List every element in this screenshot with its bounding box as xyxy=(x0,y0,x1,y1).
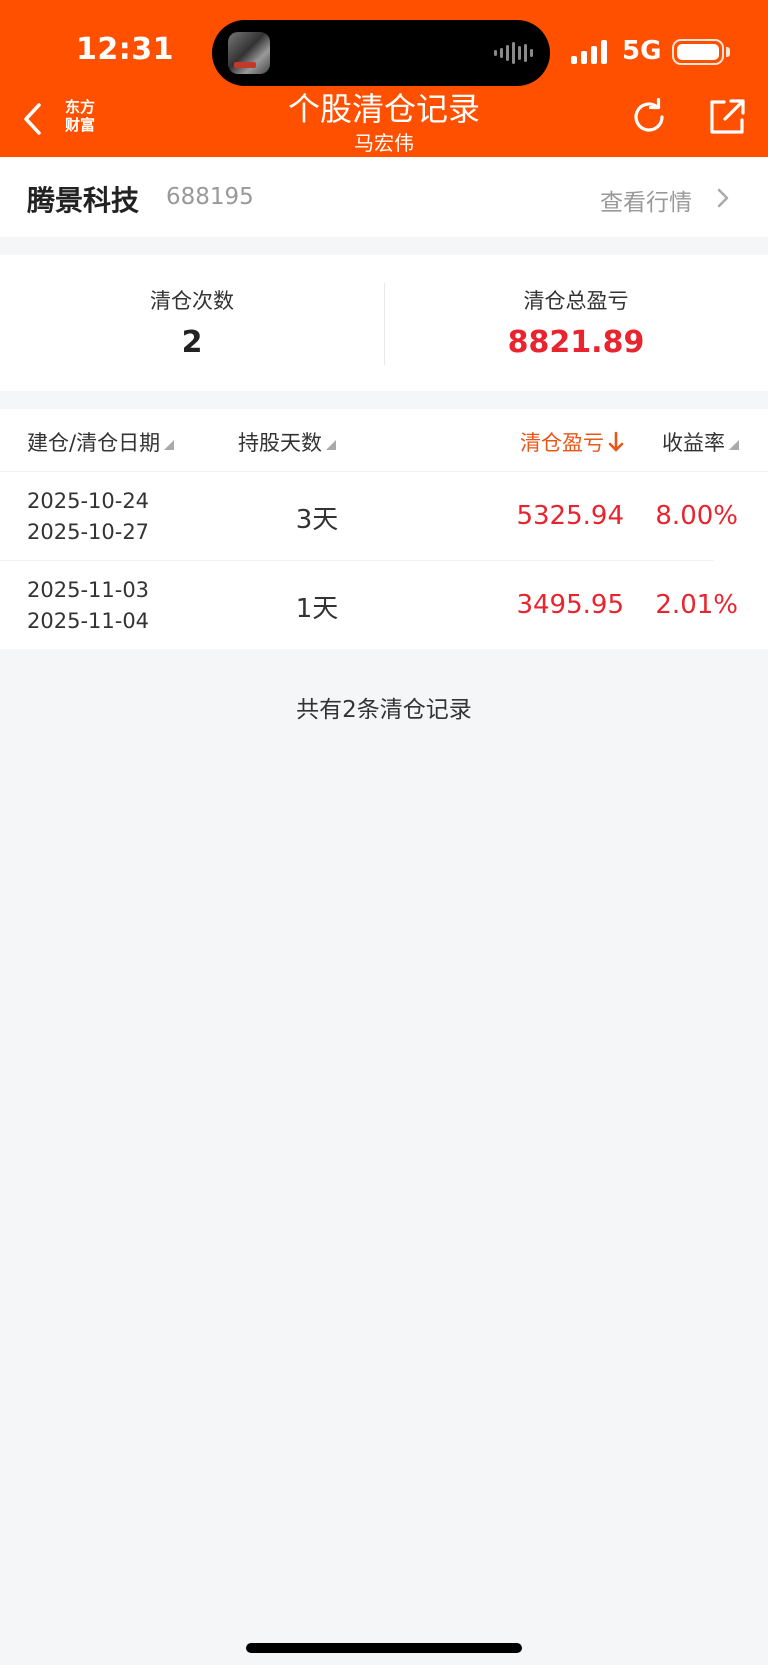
column-header-rate[interactable]: 收益率 xyxy=(662,427,739,457)
sort-triangle-icon xyxy=(729,440,739,450)
row-dates: 2025-11-03 2025-11-04 xyxy=(27,575,149,637)
return-rate: 2.01% xyxy=(655,590,738,620)
stock-name: 腾景科技 xyxy=(27,184,140,217)
battery-icon xyxy=(672,39,724,65)
column-header-date-label: 建仓/清仓日期 xyxy=(27,431,161,455)
clear-count-label: 清仓次数 xyxy=(150,289,234,313)
open-date: 2025-10-24 xyxy=(27,489,150,513)
total-pnl-value: 8821.89 xyxy=(507,325,645,360)
share-button[interactable] xyxy=(706,96,748,138)
column-header-days[interactable]: 持股天数 xyxy=(238,427,336,457)
clear-count-value: 2 xyxy=(181,325,203,360)
return-rate: 8.00% xyxy=(655,501,738,531)
refresh-button[interactable] xyxy=(628,96,670,138)
share-icon xyxy=(710,99,745,134)
refresh-icon xyxy=(634,97,664,132)
stock-code: 688195 xyxy=(166,184,254,210)
network-type: 5G xyxy=(622,36,662,66)
now-playing-artwork-icon xyxy=(228,32,270,74)
summary-card: 清仓次数 2 清仓总盈亏 8821.89 xyxy=(0,255,768,391)
table-row[interactable]: 2025-11-03 2025-11-04 1天 3495.95 2.01% xyxy=(0,561,768,650)
view-quote-link[interactable]: 查看行情 xyxy=(600,183,692,217)
clear-count-block: 清仓次数 2 xyxy=(0,255,384,391)
chevron-right-icon[interactable] xyxy=(716,187,730,209)
app-header: 12:31 5G 东方 财富 个股清仓记录 马宏伟 xyxy=(0,0,768,157)
dynamic-island[interactable] xyxy=(212,20,550,86)
column-header-date[interactable]: 建仓/清仓日期 xyxy=(27,427,175,457)
total-pnl-label: 清仓总盈亏 xyxy=(523,289,629,313)
cellular-signal-icon xyxy=(571,40,607,64)
stock-info-bar: 腾景科技 688195 查看行情 xyxy=(0,157,768,237)
column-header-pnl-label: 清仓盈亏 xyxy=(520,431,604,455)
close-date: 2025-10-27 xyxy=(27,520,150,544)
holding-days: 3天 xyxy=(295,505,339,535)
column-header-rate-label: 收益率 xyxy=(662,431,725,455)
close-date: 2025-11-04 xyxy=(27,609,150,633)
row-dates: 2025-10-24 2025-10-27 xyxy=(27,486,149,548)
column-header-days-label: 持股天数 xyxy=(238,431,322,455)
total-pnl-block: 清仓总盈亏 8821.89 xyxy=(384,255,768,391)
sort-descending-arrow-icon xyxy=(608,431,624,452)
clear-pnl: 3495.95 xyxy=(516,590,624,620)
record-count-note: 共有2条清仓记录 xyxy=(296,697,472,723)
column-header-pnl[interactable]: 清仓盈亏 xyxy=(520,427,624,457)
sort-triangle-icon xyxy=(164,440,175,450)
battery-cap xyxy=(726,47,730,57)
clear-pnl: 5325.94 xyxy=(516,501,624,531)
table-row[interactable]: 2025-10-24 2025-10-27 3天 5325.94 8.00% xyxy=(0,472,768,561)
home-indicator[interactable] xyxy=(246,1643,522,1653)
clearance-table: 建仓/清仓日期 持股天数 清仓盈亏 收益率 2025-10-24 2025-10… xyxy=(0,409,768,649)
holding-days: 1天 xyxy=(295,594,339,624)
open-date: 2025-11-03 xyxy=(27,578,150,602)
status-time: 12:31 xyxy=(76,32,174,67)
audio-waveform-icon xyxy=(494,42,533,64)
sort-triangle-icon xyxy=(326,440,336,450)
